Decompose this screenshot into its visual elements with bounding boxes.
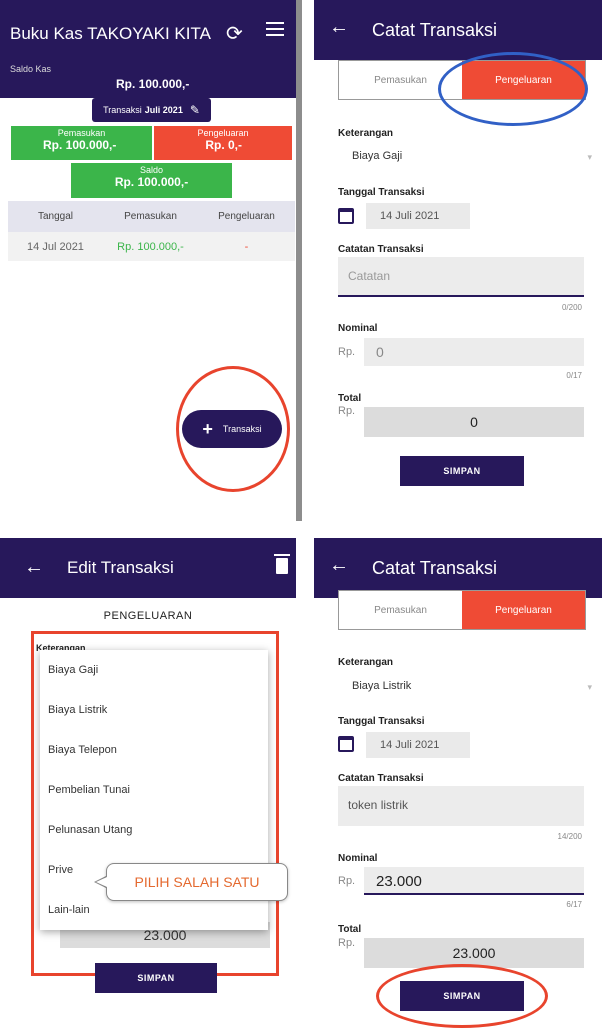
catatan-counter: 14/200 [557, 832, 582, 841]
row-pengeluaran: - [244, 240, 249, 253]
date-field[interactable]: 14 Juli 2021 [366, 203, 470, 229]
rp-prefix-total: Rp. [338, 937, 356, 949]
table-row[interactable]: 14 Jul 2021 Rp. 100.000,- - [8, 232, 295, 261]
catat-transaksi-screen: ← Catat Transaksi Pemasukan Pengeluaran … [314, 0, 602, 521]
type-toggle: Pemasukan Pengeluaran [338, 590, 586, 630]
calendar-icon[interactable] [338, 208, 354, 224]
rp-prefix-total: Rp. [338, 405, 356, 417]
add-transaksi-button[interactable]: + Transaksi [182, 410, 282, 448]
total-label: Total [338, 924, 362, 935]
keterangan-select[interactable]: Biaya Listrik [352, 680, 411, 692]
saldo-kas-label: Saldo Kas [10, 64, 52, 74]
catatan-input[interactable]: Catatan [338, 257, 584, 297]
option-biaya-listrik[interactable]: Biaya Listrik [40, 690, 268, 730]
panel-divider-lower [296, 538, 302, 1031]
pemasukan-card-label: Pemasukan [57, 128, 106, 138]
menu-icon[interactable] [266, 22, 284, 40]
sync-icon[interactable]: ⟳ [226, 21, 243, 46]
row-pemasukan: Rp. 100.000,- [117, 240, 184, 253]
page-title: Catat Transaksi [372, 558, 498, 578]
column-header-pengeluaran: Pengeluaran [218, 211, 275, 222]
nominal-counter: 0/17 [566, 371, 582, 380]
option-biaya-telepon[interactable]: Biaya Telepon [40, 730, 268, 770]
chevron-down-icon[interactable]: ▾ [587, 152, 592, 163]
keterangan-label: Keterangan [338, 657, 394, 668]
simpan-button[interactable]: SIMPAN [95, 963, 217, 993]
type-heading: PENGELUARAN [103, 610, 193, 622]
trash-icon[interactable] [274, 554, 290, 574]
transaksi-label: Transaksi [103, 105, 142, 115]
pengeluaran-card-value: Rp. 0,- [205, 138, 242, 152]
month-selector[interactable]: Transaksi Juli 2021 ✎ [92, 98, 211, 122]
keterangan-select[interactable]: Biaya Gaji [352, 150, 402, 162]
date-field[interactable]: 14 Juli 2021 [366, 732, 470, 758]
simpan-button[interactable]: SIMPAN [400, 456, 524, 486]
back-arrow-icon[interactable]: ← [329, 16, 349, 39]
nominal-label: Nominal [338, 853, 378, 864]
total-label: Total [338, 393, 362, 404]
pemasukan-card: Pemasukan Rp. 100.000,- [11, 126, 152, 160]
page-title: Catat Transaksi [372, 20, 498, 40]
column-header-tanggal: Tanggal [37, 211, 74, 222]
catatan-label: Catatan Transaksi [338, 244, 424, 255]
app-header: Buku Kas TAKOYAKI KITA ⟳ Saldo Kas Rp. 1… [0, 0, 296, 98]
keterangan-label: Keterangan [338, 128, 394, 139]
tab-pemasukan[interactable]: Pemasukan [339, 591, 462, 629]
option-pembelian-tunai[interactable]: Pembelian Tunai [40, 770, 268, 810]
nominal-label: Nominal [338, 323, 378, 334]
nominal-input[interactable]: 23.000 [364, 867, 584, 895]
app-header: ← Catat Transaksi [314, 538, 602, 598]
calendar-icon[interactable] [338, 736, 354, 752]
plus-icon: + [202, 418, 213, 439]
tanggal-label: Tanggal Transaksi [338, 716, 425, 727]
tanggal-label: Tanggal Transaksi [338, 187, 425, 198]
catatan-input[interactable]: token listrik [338, 786, 584, 826]
page-title: Edit Transaksi [67, 558, 174, 577]
hint-callout: PILIH SALAH SATU [106, 863, 288, 901]
option-biaya-gaji[interactable]: Biaya Gaji [40, 650, 268, 690]
edit-transaksi-screen: ← Edit Transaksi PENGELUARAN Keterangan … [0, 538, 296, 1031]
rp-prefix: Rp. [338, 875, 356, 887]
column-header-pemasukan: Pemasukan [124, 211, 177, 222]
nominal-counter: 6/17 [566, 900, 582, 909]
transaksi-month: Juli 2021 [144, 105, 183, 115]
saldo-card-value: Rp. 100.000,- [114, 175, 189, 189]
back-arrow-icon[interactable]: ← [329, 554, 349, 577]
app-header: ← Edit Transaksi [0, 538, 296, 598]
annotation-oval [438, 52, 588, 126]
fab-label: Transaksi [222, 424, 262, 434]
pemasukan-card-value: Rp. 100.000,- [43, 138, 117, 152]
catatan-label: Catatan Transaksi [338, 773, 424, 784]
simpan-button[interactable]: SIMPAN [400, 981, 524, 1011]
app-title: Buku Kas TAKOYAKI KITA [10, 24, 211, 43]
pencil-icon[interactable]: ✎ [190, 103, 200, 117]
back-arrow-icon[interactable]: ← [24, 556, 44, 579]
chevron-down-icon[interactable]: ▾ [587, 682, 592, 693]
panel-divider [296, 0, 302, 521]
saldo-kas-value: Rp. 100.000,- [116, 77, 190, 91]
app-header: ← Catat Transaksi [314, 0, 602, 60]
catat-transaksi-filled-screen: ← Catat Transaksi Pemasukan Pengeluaran … [314, 538, 602, 1031]
tab-pengeluaran[interactable]: Pengeluaran [462, 591, 585, 629]
pengeluaran-card-label: Pengeluaran [197, 128, 249, 138]
saldo-card: Saldo Rp. 100.000,- [71, 163, 232, 198]
total-value: 0 [364, 407, 584, 437]
nominal-input[interactable]: 0 [364, 338, 584, 366]
option-pelunasan-utang[interactable]: Pelunasan Utang [40, 810, 268, 850]
row-tanggal: 14 Jul 2021 [27, 240, 84, 253]
callout-tail-inner [96, 877, 107, 887]
catatan-counter: 0/200 [561, 303, 582, 312]
rp-prefix: Rp. [338, 346, 356, 358]
table-header: Tanggal Pemasukan Pengeluaran [8, 201, 295, 232]
pengeluaran-card: Pengeluaran Rp. 0,- [154, 126, 292, 160]
saldo-card-label: Saldo [139, 165, 164, 175]
dashboard-screen: Buku Kas TAKOYAKI KITA ⟳ Saldo Kas Rp. 1… [0, 0, 296, 521]
